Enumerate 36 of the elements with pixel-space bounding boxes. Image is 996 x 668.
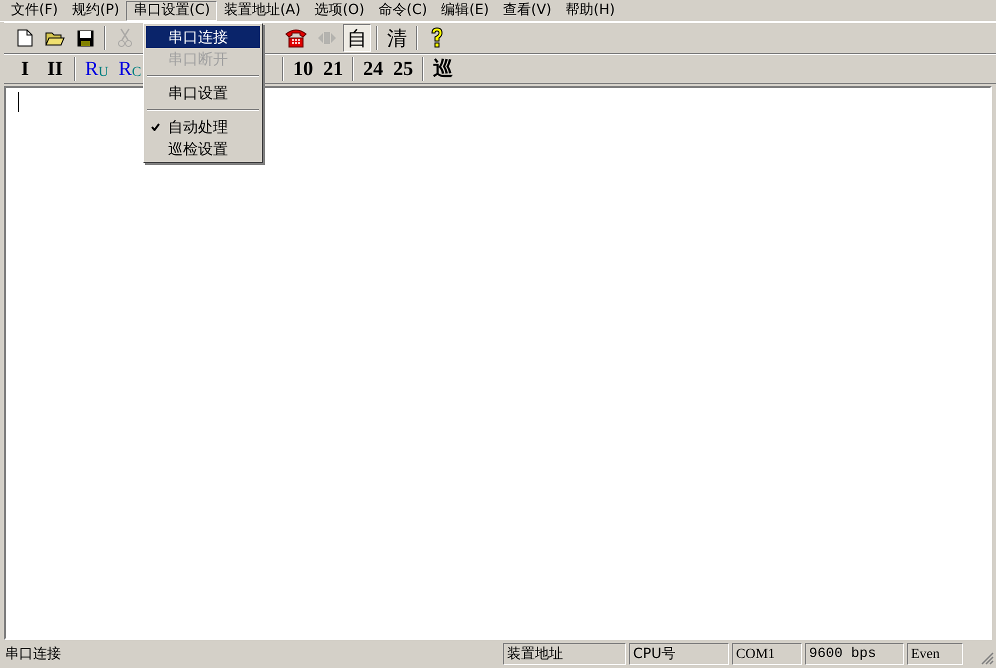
toolbar-button[interactable]: I (11, 55, 39, 83)
menu-item[interactable]: 串口设置 (146, 82, 260, 104)
toolbar-button[interactable]: II (41, 55, 69, 83)
status-pane: CPU号 (629, 643, 729, 665)
toolbar-button[interactable]: 巡 (429, 55, 458, 83)
status-pane: COM1 (732, 643, 802, 665)
telephone-icon (285, 28, 307, 48)
menu-bar-item[interactable]: 装置地址(A) (217, 0, 308, 20)
resize-grip-icon[interactable] (980, 651, 994, 665)
menu-bar-item[interactable]: 命令(C) (372, 0, 434, 20)
menu-bar-item[interactable]: 帮助(H) (558, 0, 622, 20)
menu-bar-item[interactable]: 文件(F) (4, 0, 65, 20)
menu-bar-item[interactable]: 选项(O) (308, 0, 372, 20)
text-cursor (18, 92, 19, 112)
status-pane: 9600 bps (805, 643, 904, 665)
toolbar-button[interactable]: 10 (289, 55, 318, 83)
folder-icon (45, 30, 65, 46)
menu-item[interactable]: 串口连接 (146, 26, 260, 48)
status-pane: Even (907, 643, 963, 665)
toolbar-button[interactable]: 25 (389, 55, 418, 83)
toolbar-button[interactable]: 清 (383, 24, 411, 52)
menu-bar-item[interactable]: 查看(V) (496, 0, 559, 20)
menu-bar-item[interactable]: 串口设置(C) (126, 0, 218, 20)
menu-item[interactable]: 自动处理 (146, 116, 260, 138)
toolbar-button[interactable]: 24 (359, 55, 388, 83)
menu-item[interactable]: 巡检设置 (146, 138, 260, 160)
connector-icon (317, 30, 337, 46)
toolbar-button[interactable]: 自 (343, 24, 371, 52)
toolbar-button[interactable]: 21 (319, 55, 348, 83)
menu-bar-item[interactable]: 规约(P) (64, 0, 126, 20)
status-pane: 装置地址 (503, 643, 626, 665)
question-mark-icon (429, 27, 445, 49)
menu-bar-item[interactable]: 编辑(E) (434, 0, 496, 20)
document-icon (17, 29, 33, 47)
scissors-icon (118, 28, 132, 48)
status-pane: 串口连接 (4, 644, 62, 664)
